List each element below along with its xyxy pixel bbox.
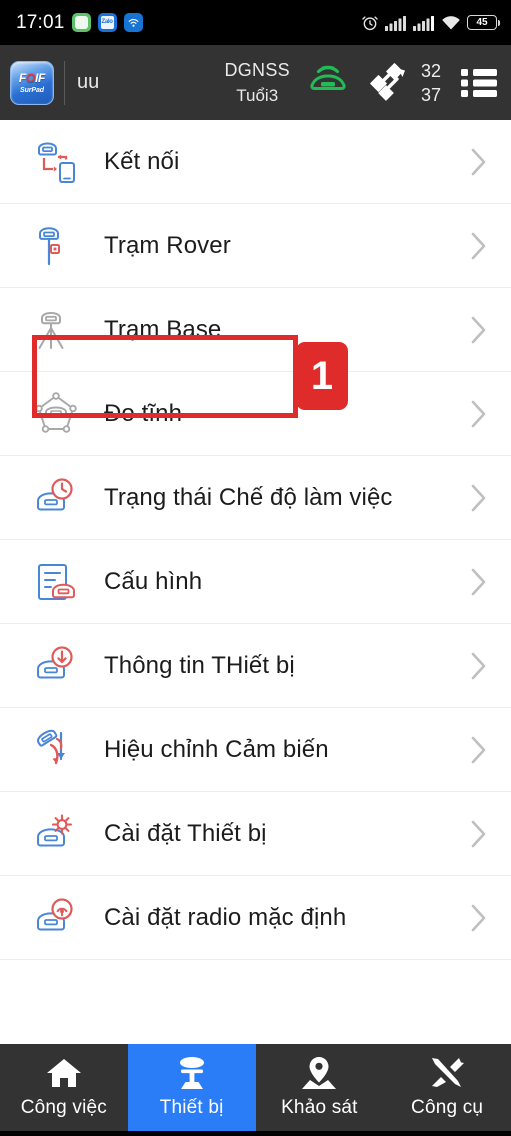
tab-jobs[interactable]: Công việc [0,1044,128,1131]
logo-text-post: IF [35,70,46,85]
device-connect-icon [30,139,82,185]
satellite-status-group[interactable]: 32 37 [368,62,441,104]
phone-screen: 17:01 Zalo 45 FOIF SurPad uu DGNSS Tuổi3… [0,0,511,1136]
android-navigation-bar [0,1131,511,1136]
base-station-tripod-icon [30,307,82,353]
tab-label: Khảo sát [281,1097,358,1118]
chevron-right-icon [465,147,493,177]
device-info-icon [30,643,82,689]
list-item-label: Trạm Base [104,315,222,343]
annotation-badge: 1 [296,342,348,410]
radio-receiver-icon[interactable] [304,63,352,103]
differential-age-label: Tuổi3 [236,85,279,105]
alarm-icon [362,15,378,30]
bottom-tab-bar: Công việc Thiết bị Khảo sát Công cụ [0,1044,511,1131]
list-item-label: Trạm Rover [104,231,231,259]
chevron-right-icon [465,483,493,513]
list-item-default-radio-settings[interactable]: Cài đặt radio mặc định [0,876,511,960]
battery-level: 45 [476,16,488,28]
solution-status-label: DGNSS [224,59,290,80]
list-item-device-info[interactable]: Thông tin THiết bị [0,624,511,708]
logo-text-pre: F [18,70,26,85]
list-menu-icon[interactable] [461,67,497,99]
notification-green-app-icon [71,13,91,32]
list-item-label: Hiệu chỉnh Cảm biến [104,735,329,763]
list-item-connect[interactable]: Kết nối [0,120,511,204]
logo-subtext: SurPad [20,86,44,94]
satellites-used-count: 32 [420,60,441,81]
solution-status-group[interactable]: DGNSS Tuổi3 [224,60,290,106]
notification-zalo-icon: Zalo [97,13,117,32]
tab-label: Thiết bị [159,1097,224,1118]
list-item-label: Cài đặt radio mặc định [104,903,347,931]
chevron-right-icon [465,903,493,933]
status-bar-right: 45 [361,14,500,32]
list-item-label: Thông tin THiết bị [104,651,295,679]
wifi-icon [442,15,460,30]
list-item-label: Đo tĩnh [104,399,183,427]
status-bar: 17:01 Zalo 45 [0,0,511,45]
survey-device-icon [179,1057,204,1089]
list-item-label: Trạng thái Chế độ làm việc [104,483,393,511]
list-item-label: Cài đặt Thiết bị [104,819,267,847]
satellite-counts: 32 37 [421,62,441,104]
status-bar-clock: 17:01 [16,11,65,33]
static-survey-icon [30,391,82,437]
app-bar-divider [64,60,65,105]
list-item-work-mode-status[interactable]: Trạng thái Chế độ làm việc [0,456,511,540]
list-item-configuration[interactable]: Cấu hình [0,540,511,624]
default-radio-settings-icon [30,895,82,941]
tab-tools[interactable]: Công cụ [383,1044,511,1131]
satellite-icon [370,62,405,101]
list-item-device-settings[interactable]: Cài đặt Thiết bị [0,792,511,876]
notification-blue-app-icon [123,13,143,32]
tab-label: Công việc [20,1097,108,1118]
work-mode-status-icon [30,475,82,521]
device-menu-list: Kết nối Trạm Rover Trạm Base Đo tĩnh Trạ… [0,120,511,1044]
logo-text-mid: O [25,70,35,85]
signal-sim2-icon [413,15,434,31]
chevron-right-icon [465,819,493,849]
chevron-right-icon [465,315,493,345]
chevron-right-icon [465,231,493,261]
signal-sim1-icon [385,15,406,31]
device-settings-icon [30,811,82,857]
app-logo: FOIF SurPad [10,60,54,105]
tab-label: Công cụ [411,1097,484,1118]
tab-survey[interactable]: Khảo sát [256,1044,384,1131]
battery-icon: 45 [467,15,500,30]
configuration-icon [30,559,82,605]
list-item-label: Cấu hình [104,567,203,595]
sensor-calibration-icon [30,727,82,773]
rover-station-icon [30,223,82,269]
satellites-tracked-count: 37 [420,84,441,105]
list-item-label: Kết nối [104,147,180,175]
device-name-label: uu [77,71,100,93]
tab-device[interactable]: Thiết bị [127,1044,256,1131]
home-icon [46,1059,81,1087]
chevron-right-icon [465,567,493,597]
list-item-base-station[interactable]: Trạm Base [0,288,511,372]
chevron-right-icon [465,735,493,765]
list-item-static-survey[interactable]: Đo tĩnh [0,372,511,456]
list-item-rover-station[interactable]: Trạm Rover [0,204,511,288]
app-bar: FOIF SurPad uu DGNSS Tuổi3 32 37 [0,45,511,120]
tools-icon [432,1058,465,1087]
chevron-right-icon [465,651,493,681]
map-pin-icon [302,1057,337,1089]
list-item-sensor-calibration[interactable]: Hiệu chỉnh Cảm biến [0,708,511,792]
chevron-right-icon [465,399,493,429]
status-bar-left: 17:01 Zalo [16,12,143,34]
